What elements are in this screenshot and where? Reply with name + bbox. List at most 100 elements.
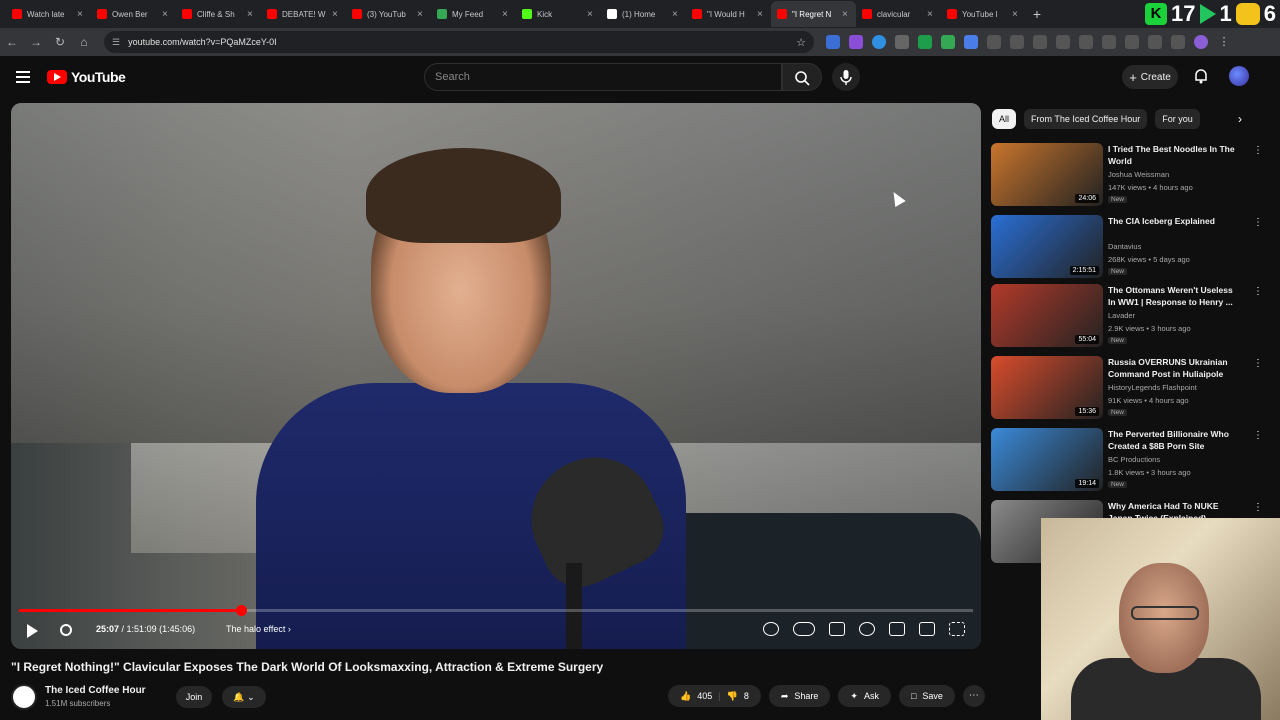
share-button[interactable]: ➦ Share [768, 685, 831, 707]
volume-icon[interactable] [60, 624, 72, 636]
create-button[interactable]: + Create [1122, 65, 1178, 89]
kick-extension-icon[interactable]: K [1145, 3, 1168, 25]
address-bar[interactable]: ☰ youtube.com/watch?v=PQaMZceY-0I ☆ [104, 31, 814, 53]
face-extension-icon[interactable] [1235, 3, 1260, 25]
extension-icon[interactable] [1010, 35, 1024, 49]
join-button[interactable]: Join [176, 686, 212, 708]
settings-gear-icon[interactable] [859, 622, 875, 636]
recommended-video[interactable]: 19:14 The Perverted Billionaire Who Creat… [991, 428, 1271, 494]
bookmark-star-icon[interactable]: ☆ [796, 36, 806, 49]
scrubber-handle[interactable] [236, 605, 248, 616]
forward-icon[interactable]: → [24, 35, 48, 49]
extension-icon[interactable] [1079, 35, 1093, 49]
search-button[interactable] [782, 63, 822, 91]
extension-icon[interactable] [1148, 35, 1162, 49]
autoplay-toggle-icon[interactable] [793, 622, 815, 636]
extension-icon[interactable] [1125, 35, 1139, 49]
channel-name[interactable]: The Iced Coffee Hour [45, 685, 146, 696]
account-avatar[interactable] [1229, 66, 1249, 86]
more-options-icon[interactable]: ⋮ [1253, 217, 1263, 228]
youtube-logo[interactable]: YouTube [47, 69, 126, 85]
browser-tab[interactable]: clavicular × [856, 1, 941, 27]
close-tab-icon[interactable]: × [757, 9, 765, 20]
more-options-icon[interactable]: ⋮ [1253, 358, 1263, 369]
close-tab-icon[interactable]: × [417, 9, 425, 20]
browser-tab[interactable]: DEBATE! W × [261, 1, 346, 27]
close-tab-icon[interactable]: × [247, 9, 255, 20]
recommended-title[interactable]: The CIA Iceberg Explained [1108, 215, 1242, 227]
extension-icon[interactable] [964, 35, 978, 49]
extension-icon[interactable] [1171, 35, 1185, 49]
recommended-channel[interactable]: Joshua Weissman [1108, 170, 1169, 179]
close-tab-icon[interactable]: × [1012, 9, 1020, 20]
search-input[interactable]: Search [424, 63, 782, 91]
play-extension-icon[interactable] [1199, 4, 1216, 24]
close-tab-icon[interactable]: × [162, 9, 170, 20]
miniplayer-icon[interactable] [889, 622, 905, 636]
video-thumbnail[interactable]: 24:06 [991, 143, 1103, 206]
recommended-video[interactable]: 15:36 Russia OVERRUNS Ukrainian Command P… [991, 356, 1271, 422]
cast-icon[interactable] [919, 622, 935, 636]
site-info-icon[interactable]: ☰ [112, 37, 120, 48]
more-options-icon[interactable]: ⋮ [1253, 502, 1263, 513]
fullscreen-icon[interactable] [949, 622, 965, 636]
close-tab-icon[interactable]: × [927, 9, 935, 20]
reload-icon[interactable]: ↻ [48, 35, 72, 49]
video-thumbnail[interactable]: 19:14 [991, 428, 1103, 491]
extension-icon[interactable] [849, 35, 863, 49]
recommended-video[interactable]: 2:15:51 The CIA Iceberg Explained Dantaviu… [991, 215, 1271, 281]
browser-menu-icon[interactable]: ⋮ [1217, 35, 1231, 49]
profile-avatar-icon[interactable] [1194, 35, 1208, 49]
browser-tab[interactable]: "I Regret N × [771, 1, 856, 27]
extension-icon[interactable] [872, 35, 886, 49]
browser-tab[interactable]: My Feed × [431, 1, 516, 27]
recommended-channel[interactable]: HistoryLegends Flashpoint [1108, 383, 1197, 392]
video-player[interactable]: 25:07 / 1:51:09 (1:45:06) The halo effec… [11, 103, 981, 649]
menu-icon[interactable] [16, 71, 30, 83]
more-actions-icon[interactable]: ⋯ [962, 685, 985, 707]
browser-tab[interactable]: Cliffe & Sh × [176, 1, 261, 27]
extension-icon[interactable] [1102, 35, 1116, 49]
close-tab-icon[interactable]: × [842, 9, 850, 20]
channel-avatar[interactable] [11, 684, 37, 710]
extension-icon[interactable] [895, 35, 909, 49]
recommended-video[interactable]: 55:04 The Ottomans Weren't Useless In WW1… [991, 284, 1271, 350]
chevron-right-icon[interactable]: › [1238, 112, 1242, 126]
extension-icon[interactable] [1033, 35, 1047, 49]
play-icon[interactable] [27, 624, 38, 638]
more-options-icon[interactable]: ⋮ [1253, 286, 1263, 297]
filter-chip[interactable]: From The Iced Coffee Hour [1024, 109, 1148, 129]
sponsor-shield-icon[interactable] [763, 622, 779, 636]
filter-chip[interactable]: All [992, 109, 1017, 129]
browser-tab[interactable]: Watch late × [6, 1, 91, 27]
voice-search-button[interactable] [832, 63, 860, 91]
recommended-channel[interactable]: Lavader [1108, 311, 1135, 320]
recommended-title[interactable]: The Ottomans Weren't Useless In WW1 | Re… [1108, 284, 1242, 308]
close-tab-icon[interactable]: × [332, 9, 340, 20]
captions-icon[interactable] [829, 622, 845, 636]
browser-tab[interactable]: YouTube l × [941, 1, 1026, 27]
filter-chip[interactable]: For you [1155, 109, 1200, 129]
more-options-icon[interactable]: ⋮ [1253, 430, 1263, 441]
like-button[interactable]: 👍 405 | 👎 8 [668, 685, 761, 707]
browser-tab[interactable]: (1) Home × [601, 1, 686, 27]
browser-tab[interactable]: (3) YouTub × [346, 1, 431, 27]
thumbs-down-icon[interactable]: 👎 [727, 691, 738, 702]
extension-icon[interactable] [826, 35, 840, 49]
browser-tab[interactable]: Kick × [516, 1, 601, 27]
extension-icon[interactable] [918, 35, 932, 49]
video-thumbnail[interactable]: 15:36 [991, 356, 1103, 419]
video-thumbnail[interactable]: 55:04 [991, 284, 1103, 347]
close-tab-icon[interactable]: × [672, 9, 680, 20]
browser-tab[interactable]: "I Would H × [686, 1, 771, 27]
browser-tab[interactable]: Owen Ber × [91, 1, 176, 27]
subscription-bell-button[interactable]: 🔔 ⌄ [222, 686, 266, 708]
close-tab-icon[interactable]: × [77, 9, 85, 20]
close-tab-icon[interactable]: × [502, 9, 510, 20]
ask-button[interactable]: ✦ Ask [838, 685, 891, 707]
more-options-icon[interactable]: ⋮ [1253, 145, 1263, 156]
new-tab-button[interactable]: + [1026, 6, 1048, 22]
extension-icon[interactable] [987, 35, 1001, 49]
recommended-video[interactable]: 24:06 I Tried The Best Noodles In The Wor… [991, 143, 1271, 209]
back-icon[interactable]: ← [0, 35, 24, 49]
